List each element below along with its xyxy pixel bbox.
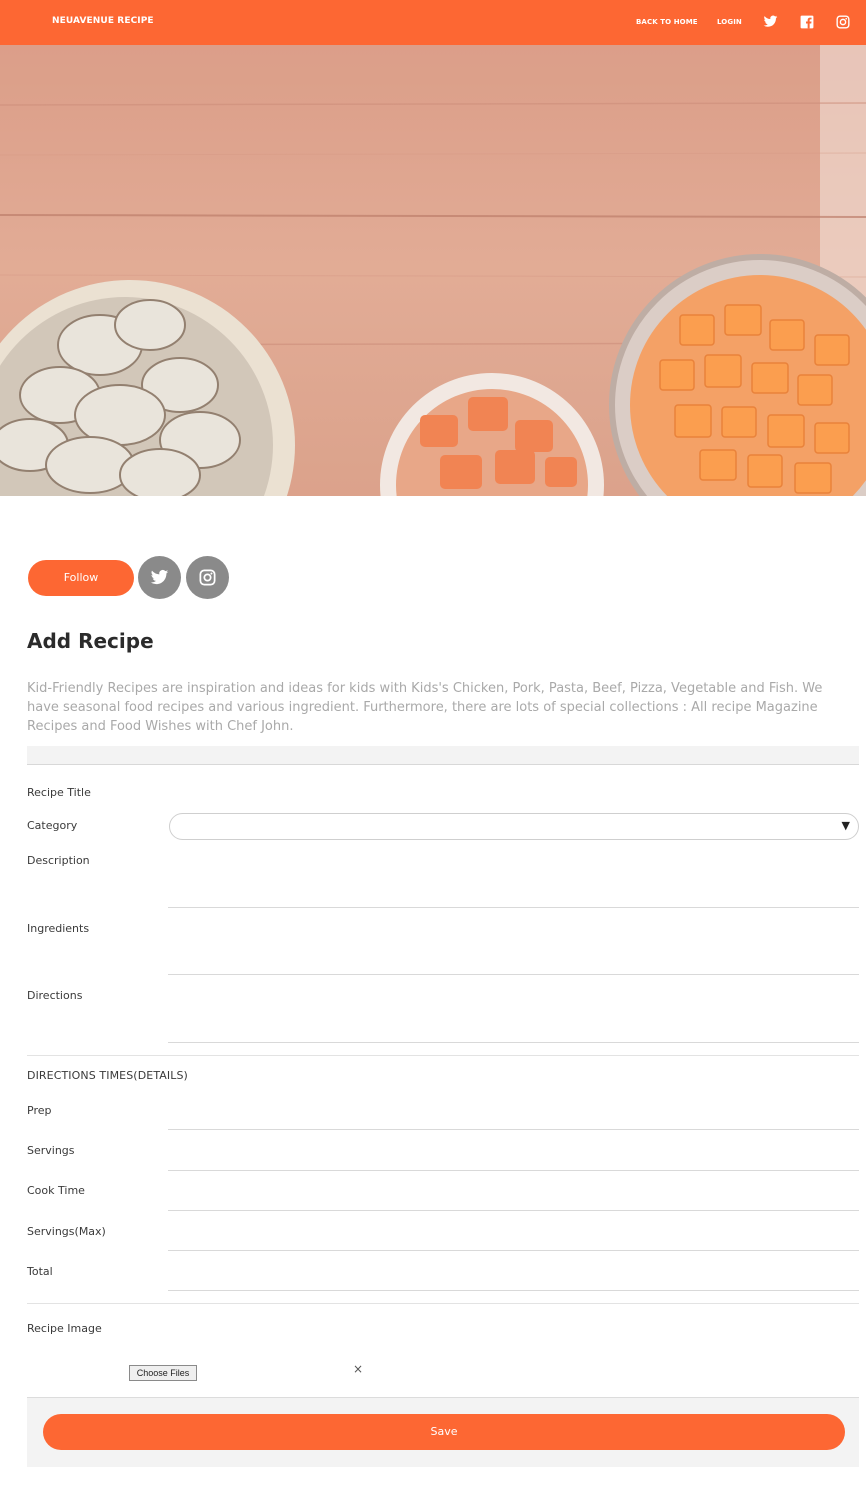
clear-file-icon[interactable]: × xyxy=(353,1362,363,1376)
directions-label: Directions xyxy=(27,989,83,1002)
save-button[interactable]: Save xyxy=(43,1414,845,1450)
form-header-strip xyxy=(27,746,859,765)
total-label: Total xyxy=(27,1265,53,1278)
facebook-icon[interactable] xyxy=(800,14,816,30)
servings-input[interactable] xyxy=(168,1139,859,1171)
instagram-icon[interactable] xyxy=(836,14,852,30)
login-link[interactable]: LOGIN xyxy=(717,18,742,26)
top-navbar: NEUAVENUE RECIPE BACK TO HOME LOGIN xyxy=(0,0,866,45)
servings-max-label: Servings(Max) xyxy=(27,1225,106,1238)
intro-text: Kid-Friendly Recipes are inspiration and… xyxy=(27,681,823,734)
section-divider xyxy=(27,1303,859,1304)
directions-times-heading: DIRECTIONS TIMES(DETAILS) xyxy=(27,1069,188,1082)
recipe-title-input[interactable] xyxy=(168,780,859,804)
directions-textarea[interactable] xyxy=(168,981,859,1043)
page-title: Add Recipe xyxy=(27,629,154,653)
back-to-home-link[interactable]: BACK TO HOME xyxy=(636,18,698,26)
brand-logo-text[interactable]: NEUAVENUE RECIPE xyxy=(52,16,154,26)
ingredients-textarea[interactable] xyxy=(168,913,859,975)
section-divider xyxy=(27,1055,859,1056)
instagram-icon[interactable] xyxy=(186,556,229,599)
servings-label: Servings xyxy=(27,1144,75,1157)
servings-max-input[interactable] xyxy=(168,1219,859,1251)
cook-time-label: Cook Time xyxy=(27,1184,85,1197)
hero-food-image xyxy=(0,45,866,496)
twitter-icon[interactable] xyxy=(138,556,181,599)
twitter-icon[interactable] xyxy=(763,14,779,30)
description-textarea[interactable] xyxy=(168,846,859,908)
prep-input[interactable] xyxy=(168,1098,859,1130)
cook-time-input[interactable] xyxy=(168,1179,859,1211)
total-input[interactable] xyxy=(168,1259,859,1291)
category-label: Category xyxy=(27,819,78,832)
description-label: Description xyxy=(27,854,90,867)
prep-label: Prep xyxy=(27,1104,52,1117)
caret-down-icon: ▼ xyxy=(841,819,850,832)
recipe-image-label: Recipe Image xyxy=(27,1322,102,1335)
recipe-title-label: Recipe Title xyxy=(27,786,91,799)
ingredients-label: Ingredients xyxy=(27,922,90,935)
follow-button[interactable]: Follow xyxy=(28,560,134,596)
category-select[interactable]: ▼ xyxy=(169,813,859,840)
choose-files-button[interactable]: Choose Files xyxy=(129,1365,197,1381)
